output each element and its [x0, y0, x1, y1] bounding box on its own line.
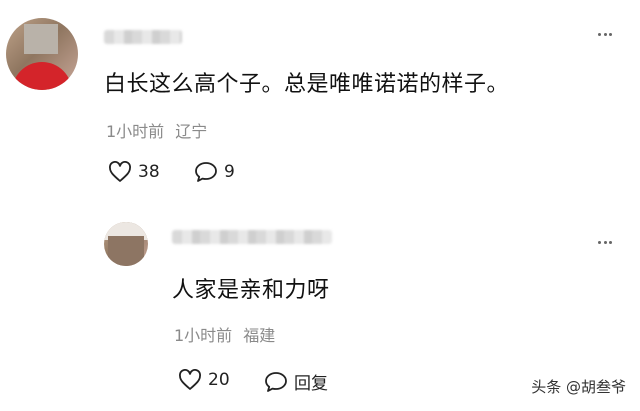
reply-button[interactable]: 9	[194, 161, 235, 183]
comment-text: 白长这么高个子。总是唯唯诺诺的样子。	[104, 72, 510, 97]
like-count: 20	[208, 370, 230, 390]
more-icon[interactable]	[598, 240, 612, 244]
reply-label: 回复	[294, 374, 328, 394]
speech-bubble-icon	[195, 162, 217, 182]
comment-time: 1小时前	[106, 122, 165, 141]
like-button[interactable]: 20	[178, 369, 230, 391]
comment-location: 辽宁	[175, 122, 208, 141]
avatar[interactable]	[6, 18, 78, 90]
username-blurred[interactable]	[104, 30, 182, 44]
username-blurred[interactable]	[172, 230, 332, 244]
comment-meta: 1小时前 辽宁	[106, 118, 207, 142]
watermark: 头条 @胡叁爷	[527, 374, 630, 399]
comment-location: 福建	[243, 326, 276, 345]
like-button[interactable]: 38	[108, 161, 160, 183]
more-icon[interactable]	[598, 32, 612, 36]
reply-count: 9	[224, 162, 235, 182]
heart-outline-icon	[109, 161, 131, 182]
comment-time: 1小时前	[174, 326, 233, 345]
comment-meta: 1小时前 福建	[174, 322, 275, 346]
comment-card-1: 白长这么高个子。总是唯唯诺诺的样子。 1小时前 辽宁 38 9	[0, 0, 640, 200]
comment-text: 人家是亲和力呀	[172, 278, 330, 303]
heart-outline-icon	[179, 369, 201, 390]
avatar[interactable]	[104, 222, 148, 266]
reply-button[interactable]: 回复	[264, 369, 328, 394]
speech-bubble-icon	[265, 371, 287, 392]
like-count: 38	[138, 162, 160, 182]
